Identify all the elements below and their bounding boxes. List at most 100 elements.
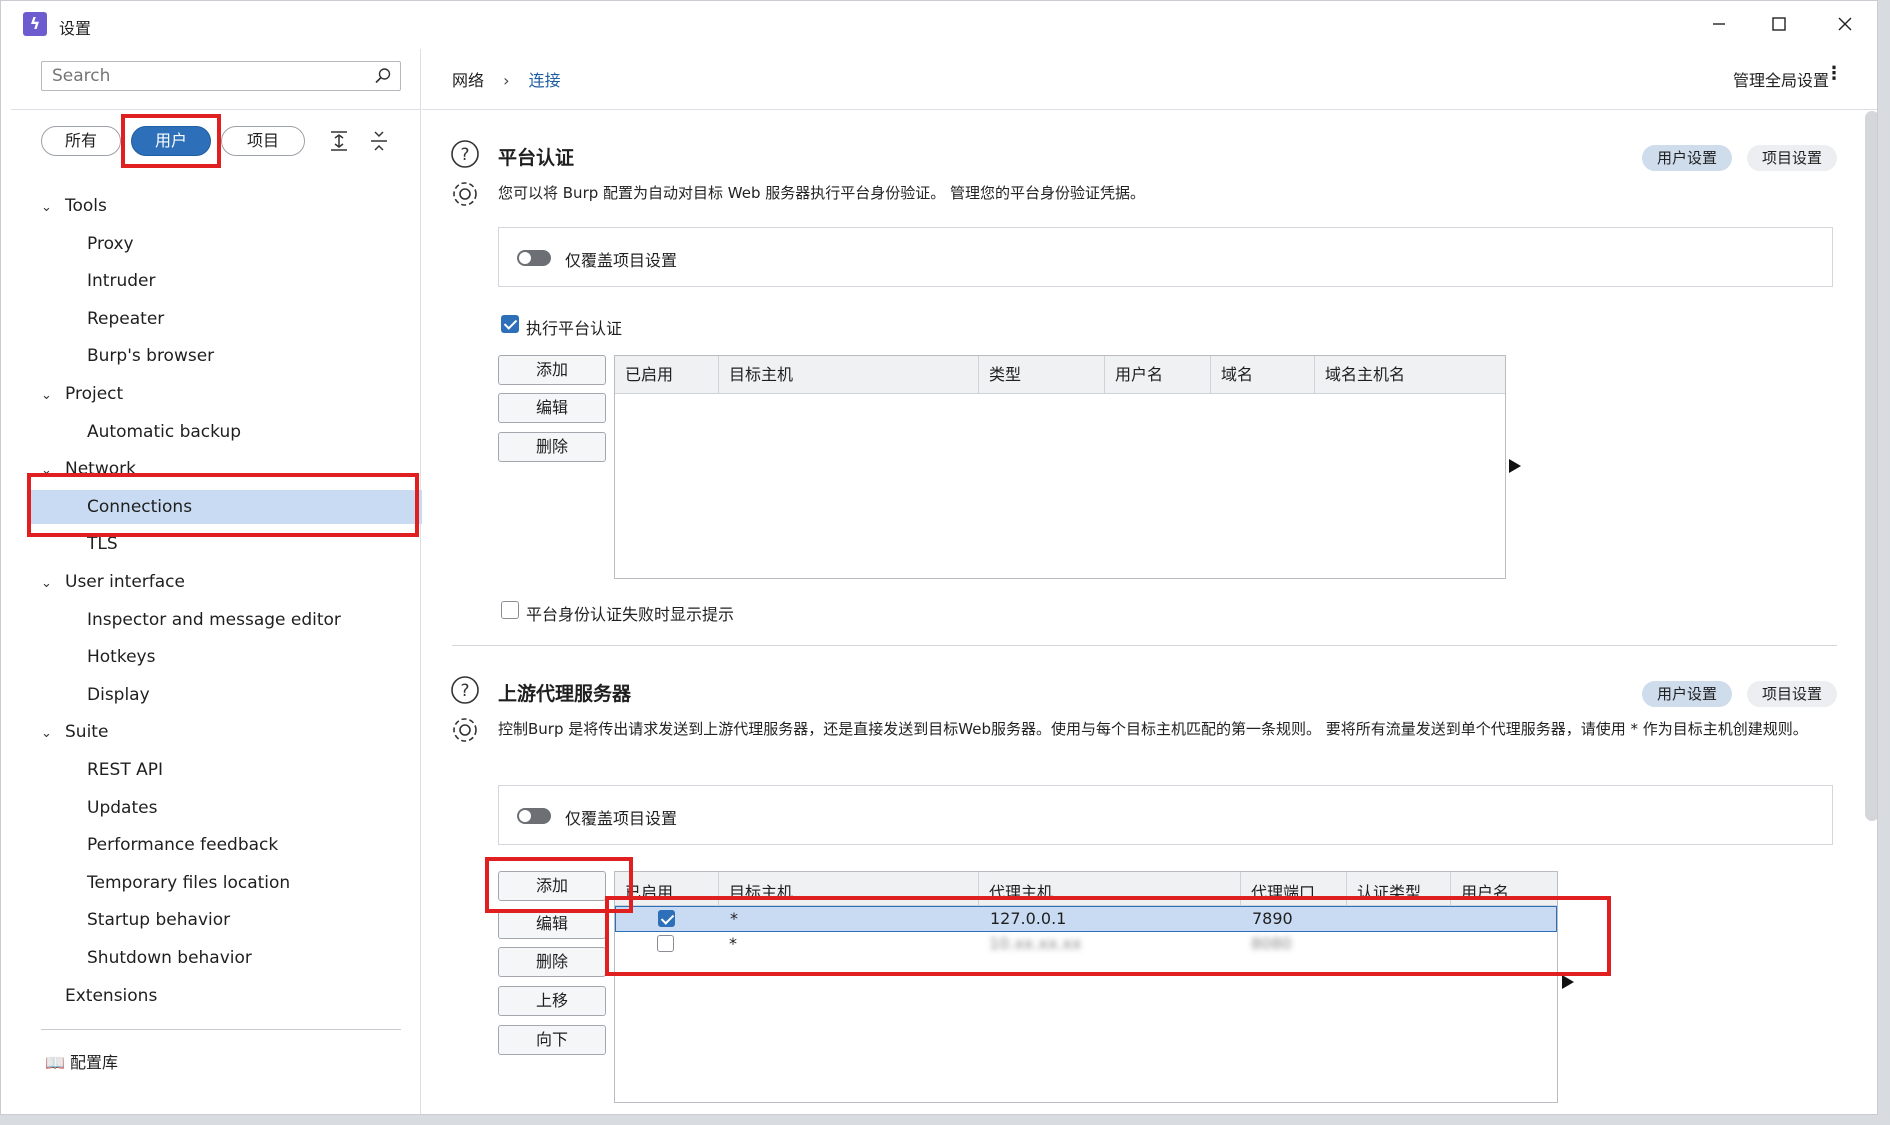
minimize-button[interactable] [1691, 7, 1747, 41]
col-type[interactable]: 类型 [979, 356, 1105, 394]
row-target-host: * [730, 909, 738, 928]
col-domain-hostname[interactable]: 域名主机名 [1315, 356, 1505, 394]
sidebar-category-network[interactable]: ⌄ Network [41, 452, 136, 486]
sidebar-category-project[interactable]: ⌄ Project [41, 377, 123, 411]
chevron-down-icon[interactable]: ⌄ [41, 567, 57, 601]
chevron-down-icon[interactable]: ⌄ [41, 717, 57, 751]
col-target-host[interactable]: 目标主机 [719, 356, 979, 394]
sidebar-category-user-interface[interactable]: ⌄ User interface [41, 565, 185, 599]
close-button[interactable] [1817, 7, 1873, 41]
upstream-proxy-override-toggle[interactable] [517, 808, 551, 824]
platform-auth-user-settings-tag[interactable]: 用户设置 [1642, 145, 1732, 171]
sidebar-item-label: Connections [87, 497, 193, 517]
col-proxy-host[interactable]: 代理主机 [979, 872, 1241, 906]
show-auth-failure-prompt-label: 平台身份认证失败时显示提示 [526, 605, 735, 624]
sidebar-item-label: Suite [65, 722, 109, 742]
upstream-proxy-move-up-button[interactable]: 上移 [498, 986, 606, 1016]
expand-arrow-icon[interactable] [1509, 459, 1521, 473]
burp-logo-icon: ϟ [23, 12, 47, 36]
chevron-down-icon[interactable]: ⌄ [41, 379, 57, 413]
col-auth-type[interactable]: 认证类型 [1347, 872, 1451, 906]
sidebar-item-updates[interactable]: Updates [87, 791, 157, 825]
sidebar-item-proxy[interactable]: Proxy [87, 227, 134, 261]
sidebar-item-label: Shutdown behavior [87, 948, 252, 968]
sidebar-category-tools[interactable]: ⌄ Tools [41, 189, 107, 223]
sidebar-item-shutdown-behavior[interactable]: Shutdown behavior [87, 941, 252, 975]
sidebar-item-label: Proxy [87, 234, 134, 254]
sidebar-item-automatic-backup[interactable]: Automatic backup [87, 415, 241, 449]
sidebar-item-rest-api[interactable]: REST API [87, 753, 163, 787]
upstream-proxy-project-settings-tag[interactable]: 项目设置 [1747, 681, 1837, 707]
expand-arrow-icon[interactable] [1562, 975, 1574, 989]
sidebar-item-connections[interactable]: Connections [31, 490, 423, 524]
platform-auth-description: 您可以将 Burp 配置为自动对目标 Web 服务器执行平台身份验证。 管理您的… [498, 184, 1146, 202]
chevron-down-icon[interactable]: ⌄ [41, 454, 57, 488]
sidebar-category-extensions[interactable]: Extensions [41, 979, 157, 1013]
search-icon[interactable] [374, 67, 392, 85]
help-icon[interactable]: ? [450, 139, 480, 169]
sidebar-item-burp-s-browser[interactable]: Burp's browser [87, 339, 214, 373]
sidebar-item-label: TLS [87, 534, 118, 554]
sidebar-item-label: Performance feedback [87, 835, 279, 855]
col-target-host[interactable]: 目标主机 [719, 872, 979, 906]
platform-auth-project-settings-tag[interactable]: 项目设置 [1747, 145, 1837, 171]
sidebar-divider [11, 109, 421, 110]
platform-auth-table[interactable]: 已启用 目标主机 类型 用户名 域名 域名主机名 [614, 355, 1506, 579]
upstream-proxy-table[interactable]: 已启用 目标主机 代理主机 代理端口 认证类型 用户名 * 127.0.0.1 … [614, 871, 1558, 1103]
upstream-proxy-description: 控制Burp 是将传出请求发送到上游代理服务器，还是直接发送到目标Web服务器。… [498, 720, 1808, 738]
filter-user-button[interactable]: 用户 [131, 126, 211, 156]
filter-project-button[interactable]: 项目 [221, 126, 305, 156]
platform-auth-add-button[interactable]: 添加 [498, 355, 606, 385]
col-proxy-port[interactable]: 代理端口 [1241, 872, 1347, 906]
minimize-icon [1713, 23, 1725, 25]
sidebar-item-hotkeys[interactable]: Hotkeys [87, 640, 155, 674]
platform-auth-table-header: 已启用 目标主机 类型 用户名 域名 域名主机名 [615, 356, 1505, 394]
upstream-proxy-move-down-button[interactable]: 向下 [498, 1025, 606, 1055]
help-icon[interactable]: ? [450, 675, 480, 705]
sidebar-item-inspector-and-message-editor[interactable]: Inspector and message editor [87, 603, 341, 637]
sidebar-item-label: Display [87, 685, 150, 705]
table-row[interactable]: * 10.xx.xx.xx 8080 [615, 932, 1557, 958]
sidebar-item-startup-behavior[interactable]: Startup behavior [87, 903, 230, 937]
platform-auth-edit-button[interactable]: 编辑 [498, 393, 606, 423]
config-library-label: 配置库 [70, 1053, 119, 1072]
sidebar-item-label: Tools [65, 196, 107, 216]
sidebar-item-temporary-files-location[interactable]: Temporary files location [87, 866, 290, 900]
upstream-proxy-add-button[interactable]: 添加 [498, 871, 606, 901]
platform-auth-remove-button[interactable]: 删除 [498, 432, 606, 462]
sidebar-item-display[interactable]: Display [87, 678, 150, 712]
upstream-proxy-edit-button[interactable]: 编辑 [498, 909, 606, 939]
vertical-scrollbar[interactable] [1865, 111, 1877, 821]
col-domain[interactable]: 域名 [1211, 356, 1315, 394]
sidebar-item-intruder[interactable]: Intruder [87, 264, 155, 298]
manage-global-settings-button[interactable]: 管理全局设置 [1733, 67, 1829, 91]
chevron-down-icon[interactable]: ⌄ [41, 191, 57, 225]
gear-icon[interactable] [450, 715, 480, 745]
more-options-icon[interactable]: ⋮ [1825, 65, 1843, 83]
gear-icon[interactable] [450, 179, 480, 209]
col-username[interactable]: 用户名 [1105, 356, 1211, 394]
sidebar-item-repeater[interactable]: Repeater [87, 302, 164, 336]
col-username[interactable]: 用户名 [1451, 872, 1557, 906]
show-auth-failure-prompt-checkbox[interactable] [501, 601, 519, 619]
config-library-link[interactable]: 📖 配置库 [45, 1049, 118, 1073]
sidebar-category-suite[interactable]: ⌄ Suite [41, 715, 108, 749]
perform-platform-auth-checkbox[interactable] [501, 315, 519, 333]
breadcrumb-network[interactable]: 网络 [452, 71, 484, 90]
maximize-button[interactable] [1751, 7, 1807, 41]
platform-auth-override-toggle[interactable] [517, 250, 551, 266]
col-enabled[interactable]: 已启用 [615, 872, 719, 906]
sidebar-item-tls[interactable]: TLS [87, 527, 118, 561]
upstream-proxy-remove-button[interactable]: 删除 [498, 947, 606, 977]
row-enabled-checkbox[interactable] [658, 910, 675, 927]
sidebar-item-performance-feedback[interactable]: Performance feedback [87, 828, 278, 862]
table-row[interactable]: * 127.0.0.1 7890 [615, 906, 1557, 932]
filter-all-button[interactable]: 所有 [41, 126, 121, 156]
search-input[interactable] [42, 62, 362, 90]
collapse-all-icon[interactable] [367, 129, 391, 153]
col-enabled[interactable]: 已启用 [615, 356, 719, 394]
upstream-proxy-override-box: 仅覆盖项目设置 [498, 785, 1833, 845]
upstream-proxy-user-settings-tag[interactable]: 用户设置 [1642, 681, 1732, 707]
row-enabled-checkbox[interactable] [657, 935, 674, 952]
expand-all-icon[interactable] [327, 129, 351, 153]
